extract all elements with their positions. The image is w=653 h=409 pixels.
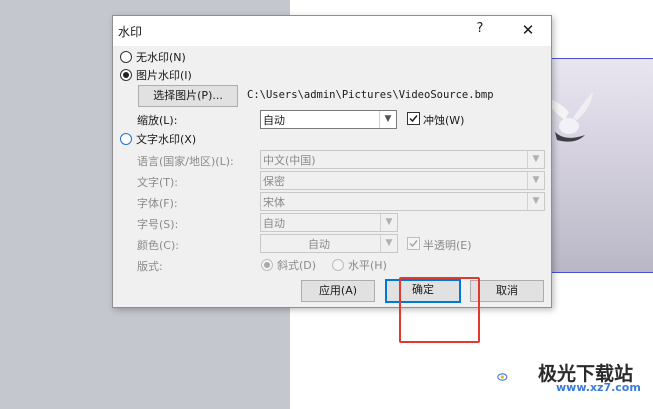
- dialog-title: 水印: [118, 25, 143, 39]
- language-value: 中文(中国): [263, 154, 316, 167]
- horizontal-radio[interactable]: [332, 259, 344, 271]
- text-watermark-label[interactable]: 文字水印(X): [136, 131, 196, 147]
- washout-checkbox[interactable]: [407, 112, 420, 125]
- select-picture-button[interactable]: 选择图片(P)...: [138, 85, 238, 107]
- chevron-down-icon: ▼: [527, 172, 544, 189]
- chevron-down-icon: ▼: [527, 151, 544, 168]
- scale-select[interactable]: 自动 ▼: [260, 110, 397, 129]
- diagonal-label[interactable]: 斜式(D): [277, 257, 316, 273]
- washout-label[interactable]: 冲蚀(W): [423, 112, 464, 128]
- font-select[interactable]: 宋体 ▼: [260, 192, 545, 211]
- check-icon: [409, 240, 418, 248]
- picture-watermark-radio[interactable]: [120, 69, 132, 81]
- help-button[interactable]: ?: [468, 21, 492, 41]
- font-value: 宋体: [263, 196, 285, 209]
- semitransparent-label[interactable]: 半透明(E): [423, 237, 472, 253]
- font-label: 字体(F):: [137, 197, 178, 210]
- language-select[interactable]: 中文(中国) ▼: [260, 150, 545, 169]
- text-watermark-radio[interactable]: [120, 133, 132, 145]
- title-bar: 水印 ? ✕: [113, 16, 551, 46]
- diagonal-radio[interactable]: [261, 259, 273, 271]
- annotation-highlight-box: [399, 277, 480, 343]
- cancel-button[interactable]: 取消: [470, 280, 544, 302]
- close-button[interactable]: ✕: [513, 21, 543, 41]
- watermark-dialog: 水印 ? ✕ 无水印(N) 图片水印(I) 选择图片(P)... C:\User…: [112, 15, 552, 308]
- no-watermark-label[interactable]: 无水印(N): [136, 49, 186, 65]
- check-icon: [409, 115, 418, 123]
- size-value: 自动: [263, 217, 285, 230]
- picture-path: C:\Users\admin\Pictures\VideoSource.bmp: [247, 89, 494, 101]
- semitransparent-checkbox[interactable]: [407, 237, 420, 250]
- size-label: 字号(S):: [137, 218, 179, 231]
- no-watermark-radio[interactable]: [120, 51, 132, 63]
- horizontal-label[interactable]: 水平(H): [348, 257, 387, 273]
- bird-image: [547, 92, 593, 142]
- scale-value: 自动: [263, 114, 285, 127]
- scale-label: 缩放(L):: [137, 114, 178, 127]
- color-value: 自动: [308, 238, 330, 251]
- language-label: 语言(国家/地区)(L):: [137, 155, 234, 168]
- site-watermark-url: www.xz7.com: [556, 381, 641, 394]
- chevron-down-icon: ▼: [379, 111, 396, 128]
- layout-label: 版式:: [137, 260, 163, 273]
- apply-button[interactable]: 应用(A): [301, 280, 375, 302]
- size-select[interactable]: 自动 ▼: [260, 213, 398, 232]
- color-label: 颜色(C):: [137, 239, 179, 252]
- chevron-down-icon: ▼: [527, 193, 544, 210]
- picture-watermark-label[interactable]: 图片水印(I): [136, 67, 192, 83]
- text-value: 保密: [263, 175, 285, 188]
- text-select[interactable]: 保密 ▼: [260, 171, 545, 190]
- color-select[interactable]: 自动 ▼: [260, 234, 398, 253]
- site-logo-icon: [497, 373, 508, 381]
- chevron-down-icon: ▼: [380, 235, 397, 252]
- text-label: 文字(T):: [137, 176, 179, 189]
- chevron-down-icon: ▼: [380, 214, 397, 231]
